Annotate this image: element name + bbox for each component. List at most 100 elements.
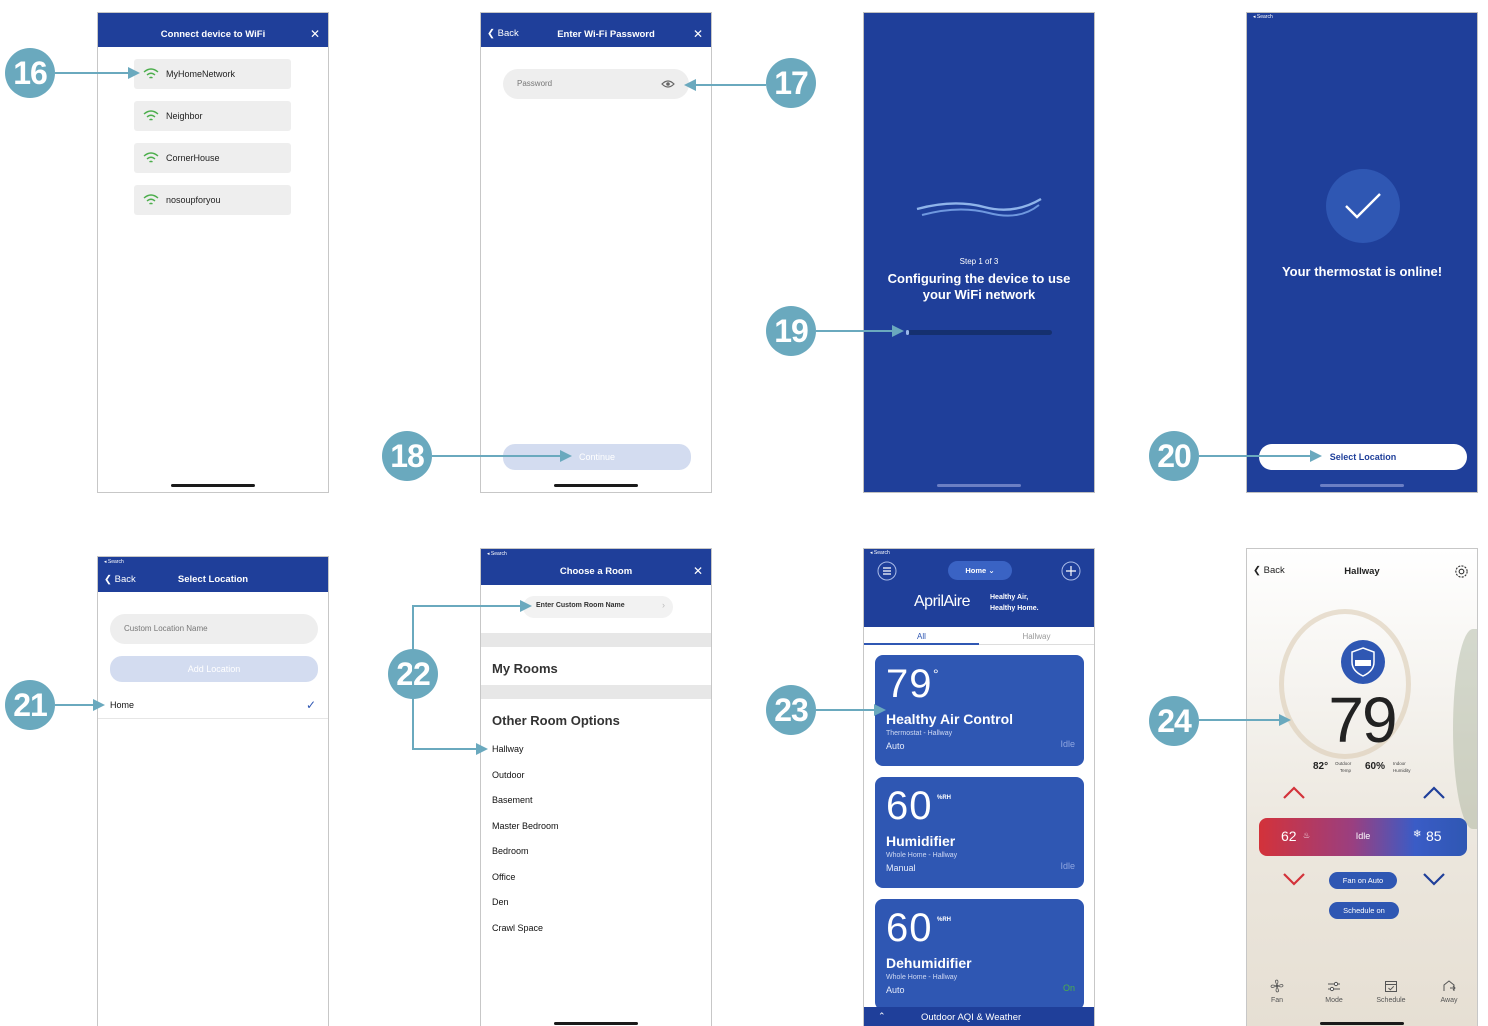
card-subtitle: Whole Home - Hallway (886, 974, 958, 981)
outdoor-weather-label: Outdoor AQI & Weather (921, 1012, 1022, 1023)
continue-button[interactable]: Continue (503, 444, 691, 470)
room-option[interactable]: Office (492, 872, 515, 882)
card-mode: Auto (886, 741, 905, 751)
status-line-2: your WiFi network (922, 287, 1036, 302)
outdoor-weather-bar[interactable]: ⌃ Outdoor AQI & Weather (864, 1007, 1094, 1026)
screen-title: Hallway (1344, 566, 1380, 577)
card-value: 60 (886, 784, 933, 828)
password-input[interactable]: Password (503, 69, 689, 99)
location-name: Home (110, 700, 135, 710)
progress-track (906, 330, 1052, 335)
phone-hallway-thermostat: ❮ Back Hallway 79 82° Outdoor Temp 60% I… (1246, 548, 1478, 1026)
callout-arrow (1199, 714, 1291, 726)
location-dropdown[interactable]: Home ⌄ (948, 561, 1012, 580)
network-name: Neighbor (166, 111, 203, 121)
card-title: Healthy Air Control (886, 711, 1014, 727)
gear-icon[interactable] (1454, 564, 1469, 579)
step-badge: 20 (1149, 431, 1199, 481)
search-link[interactable]: ◂ Search (104, 559, 124, 565)
nav-fan[interactable]: Fan (1257, 979, 1297, 1004)
home-indicator (937, 484, 1021, 487)
device-card[interactable]: 60 %RH Humidifier Whole Home - Hallway M… (875, 777, 1084, 888)
outdoor-temp-value: 82° (1313, 761, 1329, 772)
room-option[interactable]: Outdoor (492, 770, 525, 780)
room-option[interactable]: Master Bedroom (492, 821, 559, 831)
screen-title: Choose a Room (559, 566, 633, 577)
search-link[interactable]: ◂ Search (870, 550, 890, 556)
outdoor-temp-label-1: Outdoor (1335, 761, 1352, 766)
close-icon[interactable]: ✕ (310, 27, 320, 41)
brand-logo: AprilAire (914, 593, 970, 610)
cool-up-chevron-icon[interactable] (1422, 786, 1446, 800)
wifi-icon (143, 152, 159, 163)
network-item[interactable]: MyHomeNetwork (134, 59, 291, 89)
home-indicator (1320, 484, 1404, 487)
nav-schedule[interactable]: Schedule (1371, 979, 1411, 1004)
tab-hallway[interactable]: Hallway (979, 629, 1094, 645)
room-option[interactable]: Den (492, 897, 509, 907)
location-row[interactable]: Home ✓ (98, 695, 328, 719)
tab-label: Hallway (1022, 632, 1051, 641)
step-badge: 24 (1149, 696, 1199, 746)
chevron-up-icon: ⌃ (878, 1011, 886, 1021)
callout-arrow (686, 84, 766, 86)
schedule-pill[interactable]: Schedule on (1329, 902, 1399, 919)
room-option[interactable]: Basement (492, 795, 533, 805)
step-badge: 18 (382, 431, 432, 481)
menu-icon[interactable] (877, 561, 897, 581)
select-location-button[interactable]: Select Location (1259, 444, 1467, 470)
callout-arrow (55, 699, 105, 711)
eye-icon[interactable] (661, 80, 675, 88)
add-icon[interactable] (1061, 561, 1081, 581)
card-unit: %RH (937, 917, 952, 923)
home-indicator (554, 1022, 638, 1025)
card-mode: Auto (886, 985, 905, 995)
cool-setpoint[interactable]: 85 (1426, 828, 1442, 844)
heat-up-chevron-icon[interactable] (1282, 786, 1306, 800)
room-option[interactable]: Bedroom (492, 846, 529, 856)
room-option[interactable]: Hallway (492, 744, 524, 754)
card-state: Idle (1060, 739, 1075, 749)
nav-mode[interactable]: Mode (1314, 979, 1354, 1004)
network-name: MyHomeNetwork (166, 69, 236, 79)
password-placeholder: Password (517, 79, 553, 88)
phone-choose-room: ◂ Search Choose a Room ✕ Enter Custom Ro… (480, 548, 712, 1026)
my-rooms-heading: My Rooms (492, 661, 558, 676)
device-card[interactable]: 60 %RH Dehumidifier Whole Home - Hallway… (875, 899, 1084, 1010)
wifi-icon (143, 194, 159, 205)
header: ❮ Back Enter Wi-Fi Password ✕ (481, 13, 711, 47)
device-card[interactable]: 79 ° Healthy Air Control Thermostat - Ha… (875, 655, 1084, 766)
phone-select-location: ◂ Search ❮ Back Select Location Custom L… (97, 556, 329, 1026)
cool-down-chevron-icon[interactable] (1422, 872, 1446, 886)
section-divider (481, 633, 711, 647)
close-icon[interactable]: ✕ (693, 564, 703, 578)
nav-label: Away (1440, 997, 1458, 1004)
search-link[interactable]: ◂ Search (487, 551, 507, 557)
custom-location-input[interactable]: Custom Location Name (110, 614, 318, 644)
room-option[interactable]: Crawl Space (492, 923, 543, 933)
network-item[interactable]: nosoupforyou (134, 185, 291, 215)
add-location-button[interactable]: Add Location (110, 656, 318, 682)
brand-tagline-1: Healthy Air, (990, 594, 1029, 601)
card-value: 79 (886, 662, 933, 706)
other-rooms-heading: Other Room Options (492, 713, 620, 728)
checkmark-icon: ✓ (305, 698, 316, 712)
network-item[interactable]: Neighbor (134, 101, 291, 131)
card-title: Dehumidifier (886, 955, 972, 971)
custom-location-placeholder: Custom Location Name (124, 624, 208, 633)
header: ◂ Search ❮ Back Select Location (98, 557, 328, 592)
heat-down-chevron-icon[interactable] (1282, 872, 1306, 886)
network-item[interactable]: CornerHouse (134, 143, 291, 173)
phone-dashboard: ◂ Search Home ⌄ AprilAire Healthy Air, H… (863, 548, 1095, 1026)
custom-room-input[interactable]: Enter Custom Room Name › (523, 596, 673, 618)
card-subtitle: Whole Home - Hallway (886, 852, 958, 859)
fan-mode-pill[interactable]: Fan on Auto (1329, 872, 1397, 889)
close-icon[interactable]: ✕ (693, 27, 703, 41)
setpoint-bar: 62 ♨ Idle ❄ 85 (1259, 818, 1467, 856)
tab-all[interactable]: All (864, 629, 979, 645)
chevron-left-icon: ❮ (487, 28, 498, 39)
nav-away[interactable]: Away (1429, 979, 1469, 1004)
search-link[interactable]: ◂ Search (1253, 14, 1273, 20)
network-name: nosoupforyou (166, 195, 221, 205)
humidity-value: 60% (1365, 761, 1386, 772)
